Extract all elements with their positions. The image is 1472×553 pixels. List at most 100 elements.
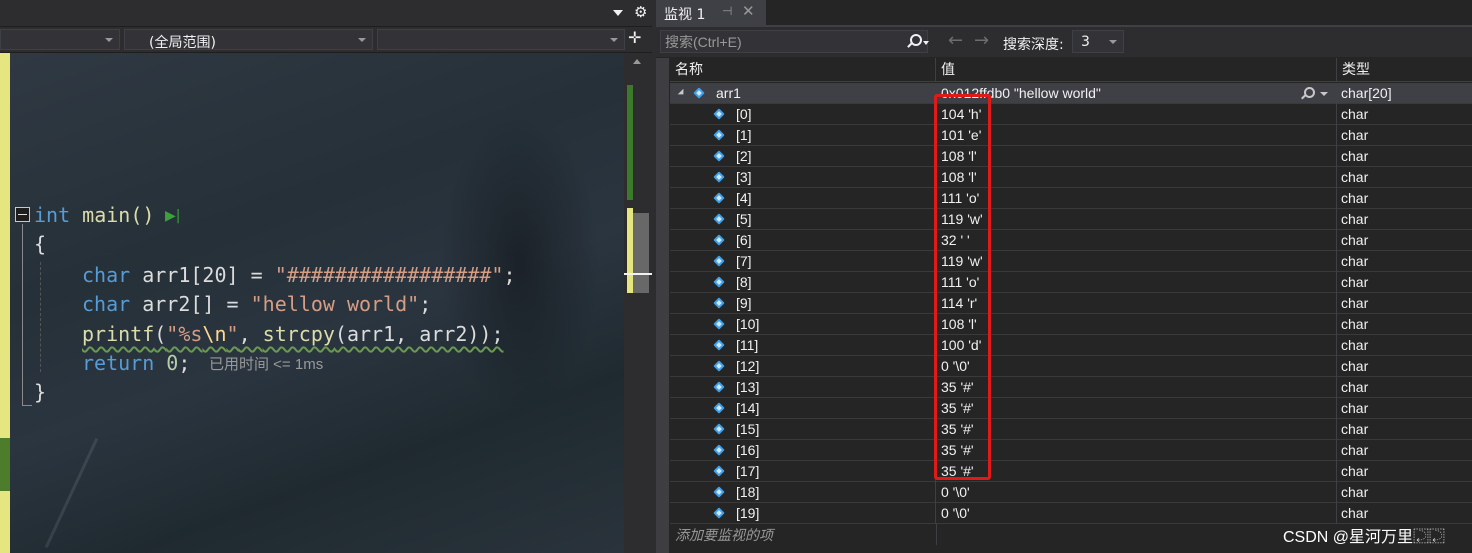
watch-row[interactable]: [4] 111 'o' char xyxy=(670,188,1472,209)
variable-icon xyxy=(714,151,725,162)
code-line-arr1[interactable]: char arr1[20] = "#################"; xyxy=(82,261,516,290)
watch-row[interactable]: [12] 0 '\0' char xyxy=(670,356,1472,377)
code-line-return[interactable]: return 0; xyxy=(82,349,190,378)
chevron-down-icon xyxy=(105,38,113,42)
row-value[interactable]: 108 'l' xyxy=(936,146,1337,167)
window-menu-dropdown-icon[interactable] xyxy=(613,10,623,16)
perf-tip[interactable]: 已用时间 <= 1ms xyxy=(209,353,323,374)
scroll-up-icon[interactable] xyxy=(633,59,641,64)
row-value[interactable]: 32 ' ' xyxy=(936,230,1337,251)
variable-icon xyxy=(714,130,725,141)
search-depth-select[interactable]: 3 xyxy=(1072,30,1124,53)
watch-row[interactable]: [18] 0 '\0' char xyxy=(670,482,1472,503)
code-line-arr2[interactable]: char arr2[] = "hellow world"; xyxy=(82,290,431,319)
row-value[interactable]: 101 'e' xyxy=(936,125,1337,146)
row-type: char xyxy=(1341,400,1369,416)
row-value[interactable]: 108 'l' xyxy=(936,167,1337,188)
watch-row[interactable]: [3] 108 'l' char xyxy=(670,167,1472,188)
watch-row[interactable]: [13] 35 '#' char xyxy=(670,377,1472,398)
column-header-type[interactable]: 类型 xyxy=(1337,58,1472,82)
watch-row[interactable]: [16] 35 '#' char xyxy=(670,440,1472,461)
search-forward-icon[interactable]: → xyxy=(974,30,989,52)
row-value-cell[interactable]: 0x012ffdb0 "hellow world" xyxy=(936,83,1337,104)
visualizer-icon[interactable] xyxy=(1300,86,1315,100)
editor-vertical-scrollbar[interactable] xyxy=(624,53,652,553)
row-value[interactable]: 0 '\0' xyxy=(936,503,1337,524)
chevron-down-icon[interactable] xyxy=(923,41,929,45)
watch-row[interactable]: [11] 100 'd' char xyxy=(670,335,1472,356)
column-divider xyxy=(936,523,937,545)
search-back-icon[interactable]: ← xyxy=(948,30,963,52)
gear-icon[interactable]: ⚙ xyxy=(634,3,647,21)
row-name: [2] xyxy=(736,148,752,164)
watch-row[interactable]: [5] 119 'w' char xyxy=(670,209,1472,230)
row-value[interactable]: 119 'w' xyxy=(936,251,1337,272)
row-value[interactable]: 119 'w' xyxy=(936,209,1337,230)
watch-row[interactable]: [8] 111 'o' char xyxy=(670,272,1472,293)
row-name-cell: [18] xyxy=(670,482,936,503)
search-icon[interactable] xyxy=(905,32,922,50)
split-window-icon[interactable]: ✛ xyxy=(628,30,641,46)
row-value[interactable]: 111 'o' xyxy=(936,272,1337,293)
row-type: char xyxy=(1341,442,1369,458)
watch-row[interactable]: [17] 35 '#' char xyxy=(670,461,1472,482)
search-input[interactable] xyxy=(665,33,895,51)
code-line-printf[interactable]: printf("%s\n", strcpy(arr1, arr2)); xyxy=(82,320,503,349)
row-name: [15] xyxy=(736,421,760,437)
row-value[interactable]: 35 '#' xyxy=(936,419,1337,440)
row-type: char xyxy=(1341,211,1369,227)
scope-combo[interactable]: (全局范围) xyxy=(124,29,373,51)
tab-watch-1[interactable]: 监视 1 ⊣ ✕ xyxy=(656,0,766,25)
row-type: char xyxy=(1341,337,1369,353)
code-line-close-brace[interactable]: } xyxy=(34,378,46,407)
watch-row[interactable]: [1] 101 'e' char xyxy=(670,125,1472,146)
search-field[interactable] xyxy=(660,30,929,53)
watch-row[interactable]: [2] 108 'l' char xyxy=(670,146,1472,167)
watch-row[interactable]: [9] 114 'r' char xyxy=(670,293,1472,314)
project-combo[interactable] xyxy=(0,29,120,50)
expand-collapse-icon[interactable] xyxy=(677,88,687,98)
row-value[interactable]: 104 'h' xyxy=(936,104,1337,125)
member-combo[interactable] xyxy=(377,29,625,50)
pin-icon[interactable]: ⊣ xyxy=(722,4,732,18)
row-value[interactable]: 35 '#' xyxy=(936,398,1337,419)
watch-row-root[interactable]: arr1 0x012ffdb0 "hellow world" char[20] xyxy=(670,83,1472,104)
code-line-open-brace[interactable]: { xyxy=(34,230,46,259)
watch-row[interactable]: [10] 108 'l' char xyxy=(670,314,1472,335)
watch-row[interactable]: [15] 35 '#' char xyxy=(670,419,1472,440)
column-header-value[interactable]: 值 xyxy=(936,58,1337,82)
row-value[interactable]: 114 'r' xyxy=(936,293,1337,314)
scope-combo-label: (全局范围) xyxy=(149,35,216,51)
watch-row[interactable]: [7] 119 'w' char xyxy=(670,251,1472,272)
close-icon[interactable]: ✕ xyxy=(742,2,755,20)
scrollbar-caret-marker xyxy=(624,273,652,275)
row-value[interactable]: 0 '\0' xyxy=(936,356,1337,377)
code-line-main[interactable]: int main() xyxy=(34,201,154,230)
column-header-name[interactable]: 名称 xyxy=(670,58,936,82)
watch-row[interactable]: [19] 0 '\0' char xyxy=(670,503,1472,524)
row-type: char xyxy=(1341,106,1369,122)
row-value[interactable]: 111 'o' xyxy=(936,188,1337,209)
row-value[interactable]: 35 '#' xyxy=(936,440,1337,461)
watch-grid: 名称 值 类型 arr1 0x012ffdb0 "hellow world" c… xyxy=(670,58,1472,553)
run-to-here-icon[interactable]: ▶| xyxy=(165,208,180,224)
variable-icon xyxy=(714,340,725,351)
outline-fold-line xyxy=(22,224,32,406)
row-value[interactable]: 100 'd' xyxy=(936,335,1337,356)
row-name: [18] xyxy=(736,484,760,500)
watch-row[interactable]: [6] 32 ' ' char xyxy=(670,230,1472,251)
variable-icon xyxy=(714,445,725,456)
row-value[interactable]: 35 '#' xyxy=(936,461,1337,482)
watch-row[interactable]: [14] 35 '#' char xyxy=(670,398,1472,419)
chevron-down-icon[interactable] xyxy=(1320,92,1328,96)
row-value[interactable]: 108 'l' xyxy=(936,314,1337,335)
row-type: char xyxy=(1341,358,1369,374)
collapse-toggle-icon[interactable] xyxy=(15,207,30,222)
code-editor[interactable]: ⚙ (全局范围) ✛ int main() ▶| { char arr1[20]… xyxy=(0,0,652,553)
row-value[interactable]: 35 '#' xyxy=(936,377,1337,398)
variable-icon xyxy=(714,256,725,267)
variable-icon xyxy=(714,298,725,309)
watch-row[interactable]: [0] 104 'h' char xyxy=(670,104,1472,125)
scroll-thumb[interactable] xyxy=(633,213,649,293)
row-value[interactable]: 0 '\0' xyxy=(936,482,1337,503)
